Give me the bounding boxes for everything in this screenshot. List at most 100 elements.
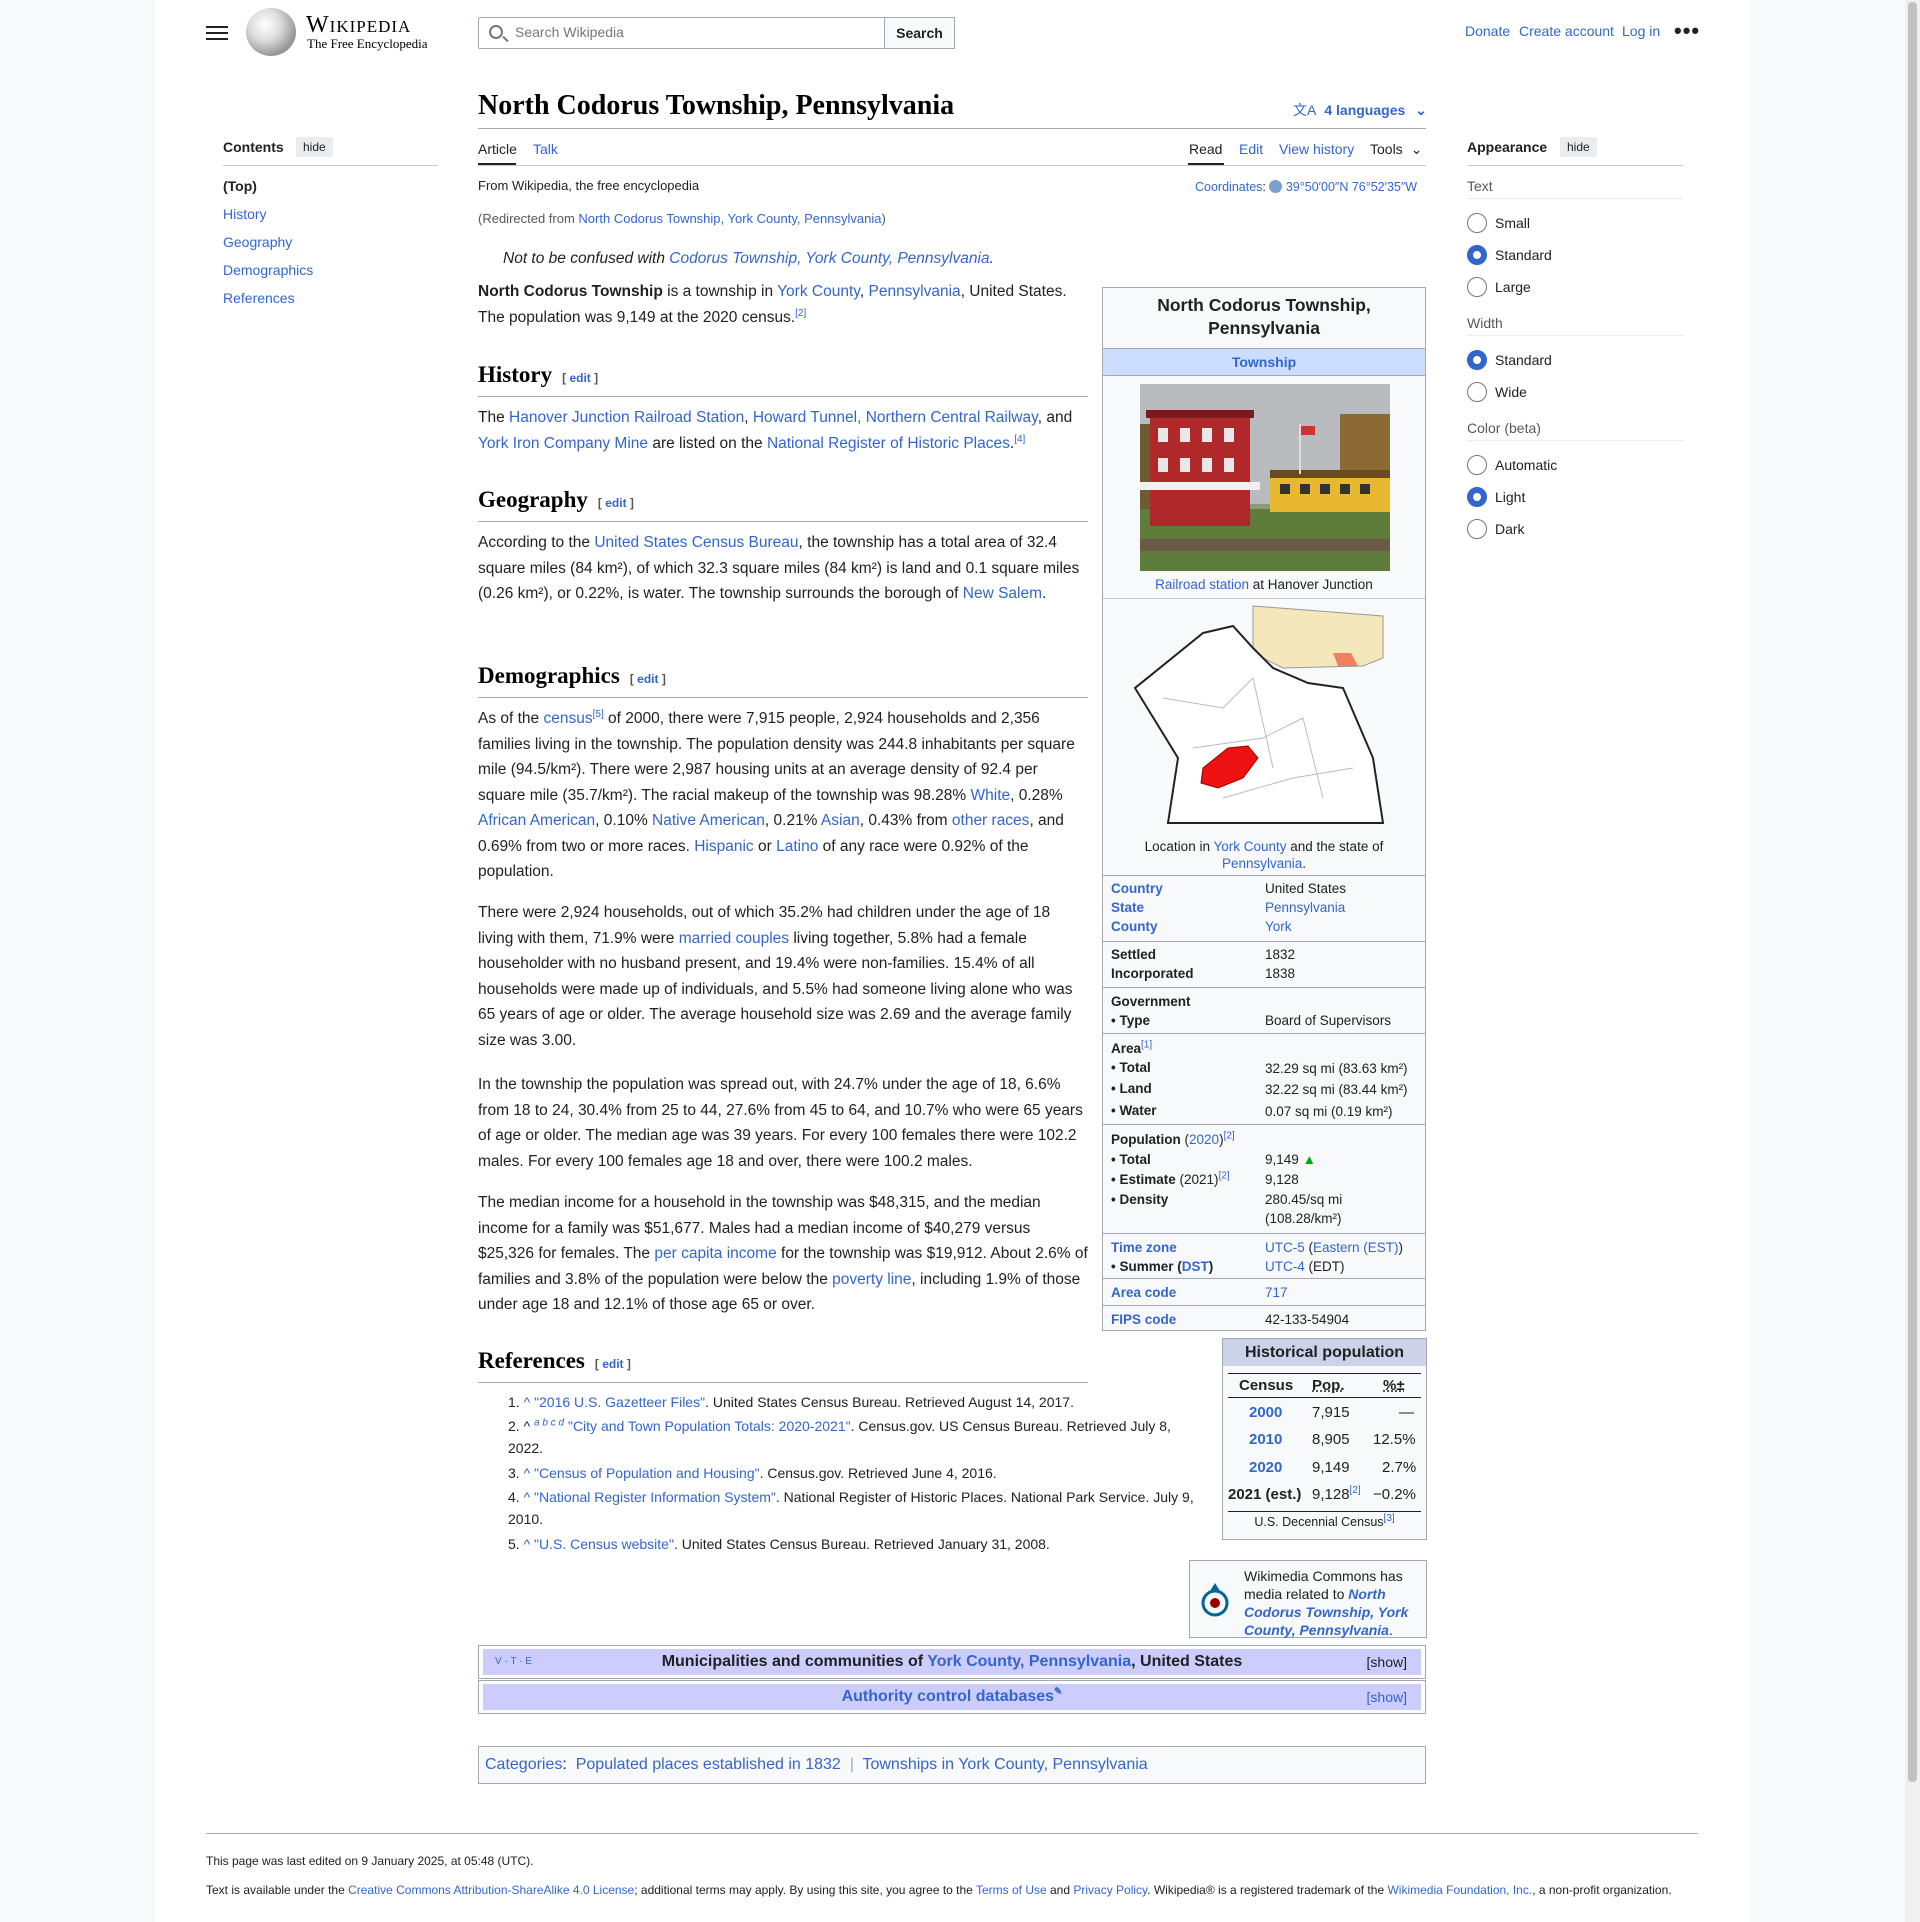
link[interactable]: National Register of Historic Places — [767, 435, 1010, 452]
dst-link[interactable]: DST — [1182, 1259, 1209, 1274]
link[interactable]: poverty line — [832, 1271, 911, 1288]
tab-edit[interactable]: Edit — [1239, 141, 1263, 157]
tab-view-history[interactable]: View history — [1279, 141, 1354, 157]
coordinates-value[interactable]: 39°50′00″N 76°52′35″W — [1286, 180, 1417, 194]
language-selector[interactable]: 文A 4 languages ⌄ — [1293, 100, 1427, 120]
toc-item-geography[interactable]: Geography — [223, 234, 292, 250]
ref-backlink[interactable]: ^ — [524, 1536, 531, 1552]
link[interactable]: White — [971, 787, 1011, 804]
search-input[interactable]: Search Wikipedia — [478, 17, 885, 49]
show-toggle[interactable]: [show] — [1367, 1684, 1407, 1710]
option-label[interactable]: Automatic — [1495, 457, 1557, 473]
ref-backlink[interactable]: ^ — [524, 1489, 531, 1505]
scrollbar-thumb[interactable] — [1908, 2, 1917, 1782]
text-small-radio[interactable] — [1467, 213, 1487, 233]
location-map[interactable] — [1133, 598, 1397, 826]
option-label[interactable]: Standard — [1495, 247, 1552, 263]
edit-link[interactable]: edit — [637, 672, 658, 686]
link[interactable]: married couples — [679, 930, 789, 947]
link[interactable]: African American — [478, 812, 595, 829]
ref-backlink[interactable]: ^ — [524, 1394, 531, 1410]
option-label[interactable]: Large — [1495, 279, 1531, 295]
authority-link[interactable]: Authority control databases — [842, 1688, 1054, 1705]
county-label[interactable]: County — [1111, 917, 1158, 936]
tab-talk[interactable]: Talk — [533, 141, 558, 157]
edit-geography-link[interactable]: [ edit ] — [598, 496, 634, 510]
option-label[interactable]: Wide — [1495, 384, 1527, 400]
toc-item-top[interactable]: (Top) — [223, 178, 257, 194]
ref-link[interactable]: "2016 U.S. Gazetteer Files" — [534, 1394, 705, 1410]
link[interactable]: Terms of Use — [976, 1883, 1047, 1897]
state-value[interactable]: Pennsylvania — [1265, 898, 1345, 917]
redirect-link[interactable]: North Codorus Township, York County, Pen… — [578, 211, 881, 226]
row-year[interactable]: 2010 — [1249, 1431, 1282, 1448]
main-menu-button[interactable] — [206, 22, 228, 44]
categories-link[interactable]: Categories — [485, 1756, 562, 1773]
link[interactable]: Native American — [652, 812, 765, 829]
link[interactable]: Eastern (EST) — [1313, 1240, 1399, 1255]
link[interactable]: other races — [952, 812, 1030, 829]
link-pennsylvania[interactable]: Pennsylvania — [868, 283, 960, 300]
link[interactable]: Privacy Policy — [1073, 1883, 1147, 1897]
option-label[interactable]: Standard — [1495, 352, 1552, 368]
ref-3[interactable]: [3] — [1384, 1513, 1395, 1524]
ref-2[interactable]: [2] — [1224, 1131, 1235, 1142]
option-label[interactable]: Dark — [1495, 521, 1525, 537]
tab-tools[interactable]: Tools ⌄ — [1370, 141, 1422, 158]
link[interactable]: Asian — [821, 812, 860, 829]
appearance-hide-button[interactable]: hide — [1560, 137, 1597, 157]
tab-article[interactable]: Article — [478, 141, 517, 157]
link[interactable]: Howard Tunnel, Northern Central Railway — [753, 409, 1038, 426]
link[interactable]: UTC-5 — [1265, 1240, 1305, 1255]
show-toggle[interactable]: [show] — [1367, 1649, 1407, 1675]
coordinates-label[interactable]: Coordinates — [1195, 180, 1262, 194]
caption-link[interactable]: Railroad station — [1155, 577, 1249, 592]
link[interactable]: United States Census Bureau — [594, 534, 798, 551]
railroad-station-photo[interactable] — [1140, 384, 1390, 571]
ref-2[interactable]: [2] — [795, 307, 806, 318]
ref-link[interactable]: "National Register Information System" — [534, 1489, 776, 1505]
link[interactable]: York Iron Company Mine — [478, 435, 648, 452]
link-york-county[interactable]: York County — [777, 283, 860, 300]
timezone-label[interactable]: Time zone — [1111, 1238, 1177, 1257]
ref-5[interactable]: [5] — [593, 709, 604, 720]
width-standard-radio[interactable] — [1467, 350, 1487, 370]
link[interactable]: Creative Commons Attribution-ShareAlike … — [348, 1883, 634, 1897]
toc-item-references[interactable]: References — [223, 290, 295, 306]
ref-2[interactable]: [2] — [1219, 1171, 1230, 1182]
edit-link[interactable]: edit — [605, 496, 626, 510]
option-label[interactable]: Small — [1495, 215, 1530, 231]
row-year[interactable]: 2000 — [1249, 1404, 1282, 1421]
link[interactable]: New Salem — [963, 585, 1042, 602]
wordmark[interactable]: Wikipedia — [306, 12, 411, 39]
link[interactable]: Pennsylvania — [1222, 856, 1302, 871]
population-year-link[interactable]: 2020 — [1189, 1132, 1219, 1147]
pencil-icon[interactable]: ✎ — [1054, 1687, 1062, 1698]
infobox-subtitle[interactable]: Township — [1103, 348, 1425, 376]
link[interactable]: per capita income — [654, 1245, 776, 1262]
areacode-value[interactable]: 717 — [1265, 1283, 1288, 1302]
ref-2[interactable]: [2] — [1350, 1485, 1361, 1496]
vte-links[interactable]: V · T · E — [495, 1649, 532, 1675]
toc-item-history[interactable]: History — [223, 206, 267, 222]
edit-link[interactable]: edit — [569, 371, 590, 385]
ref-link[interactable]: "Census of Population and Housing" — [534, 1465, 760, 1481]
more-options-icon[interactable]: ••• — [1674, 20, 1700, 42]
color-automatic-radio[interactable] — [1467, 455, 1487, 475]
width-wide-radio[interactable] — [1467, 382, 1487, 402]
link[interactable]: Hanover Junction Railroad Station — [509, 409, 744, 426]
search-button[interactable]: Search — [884, 17, 955, 49]
log-in-link[interactable]: Log in — [1622, 23, 1660, 39]
link[interactable]: UTC-4 — [1265, 1259, 1305, 1274]
coordinates[interactable]: Coordinates: 39°50′00″N 76°52′35″W — [1195, 180, 1417, 194]
link[interactable]: Hispanic — [694, 838, 753, 855]
text-large-radio[interactable] — [1467, 277, 1487, 297]
link[interactable]: York County — [1213, 839, 1286, 854]
option-label[interactable]: Light — [1495, 489, 1525, 505]
toc-item-demographics[interactable]: Demographics — [223, 262, 313, 278]
category-link[interactable]: Townships in York County, Pennsylvania — [862, 1756, 1147, 1773]
ref-link[interactable]: "City and Town Population Totals: 2020-2… — [568, 1418, 851, 1434]
state-label[interactable]: State — [1111, 898, 1144, 917]
donate-link[interactable]: Donate — [1465, 23, 1510, 39]
edit-history-link[interactable]: [ edit ] — [562, 371, 598, 385]
